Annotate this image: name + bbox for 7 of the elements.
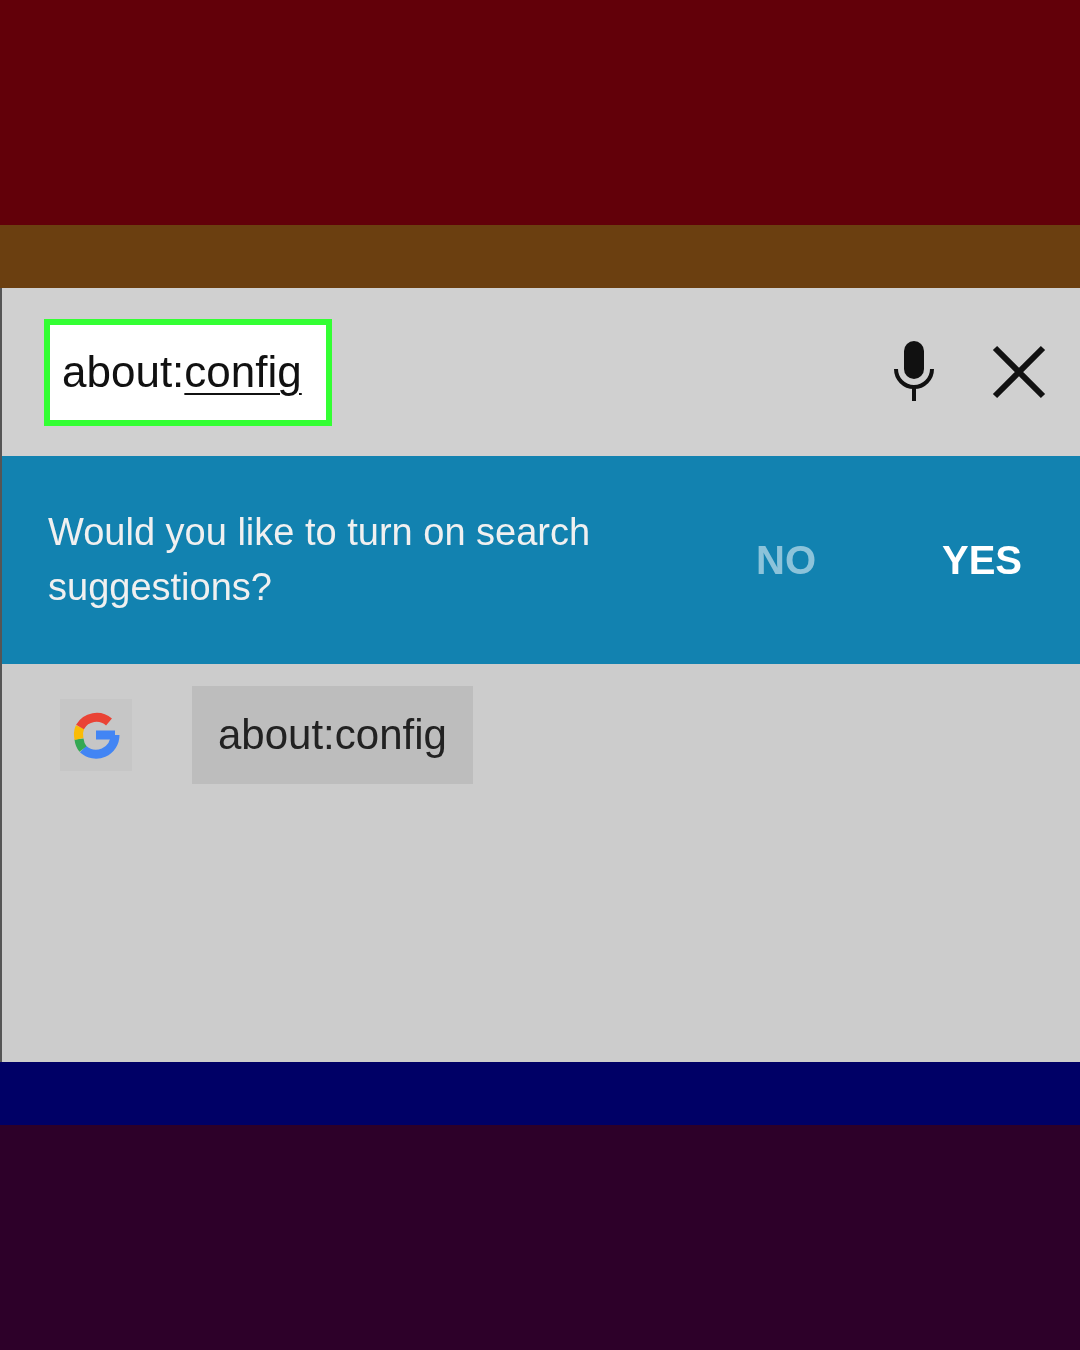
microphone-icon[interactable] bbox=[892, 341, 936, 403]
url-field[interactable]: about:config bbox=[44, 318, 332, 426]
banner-text: Would you like to turn on search suggestions? bbox=[48, 510, 592, 610]
close-icon[interactable] bbox=[992, 345, 1046, 399]
accept-button[interactable]: YES bbox=[934, 527, 1031, 593]
suggestion-chip[interactable]: about:config bbox=[192, 686, 473, 784]
google-icon bbox=[60, 699, 132, 771]
